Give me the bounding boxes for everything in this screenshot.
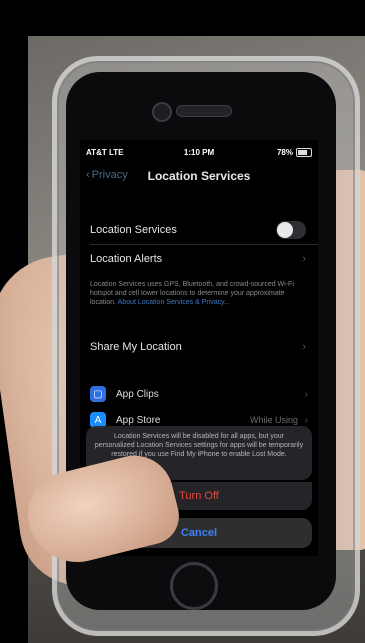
share-my-location-row[interactable]: Share My Location › [90,333,308,361]
location-alerts-row[interactable]: Location Alerts › [90,245,308,273]
share-my-location-label: Share My Location [90,341,182,353]
location-services-row[interactable]: Location Services [90,216,308,244]
earpiece-speaker [176,105,232,117]
location-services-label: Location Services [90,224,177,236]
battery-icon [296,148,312,157]
front-camera-icon [152,102,172,122]
app-name: App Clips [116,388,159,400]
battery-percent: 78% [276,148,293,157]
cancel-label: Cancel [180,527,218,539]
status-bar: AT&T LTE 1:10 PM 78% [86,148,312,162]
chevron-right-icon: › [304,388,308,400]
app-row-app-clips[interactable]: ▢ App Clips › [90,382,308,406]
app-name: App Store [116,414,161,426]
chevron-right-icon: › [304,414,308,426]
navigation-bar: ‹ Privacy Location Services [80,166,318,190]
chevron-right-icon: › [302,341,306,353]
page-title: Location Services [147,169,251,183]
turn-off-label: Turn Off [179,490,219,502]
about-location-link[interactable]: About Location Services & Privacy... [118,299,230,306]
chevron-right-icon: › [302,253,306,265]
home-button[interactable] [170,562,218,610]
alert-message: Location Services will be disabled for a… [94,433,304,458]
battery-indicator: 78% [277,148,312,157]
location-alerts-label: Location Alerts [90,253,163,265]
carrier-label: AT&T LTE [86,148,124,157]
location-services-toggle[interactable] [276,221,306,239]
location-description: Location Services uses GPS, Bluetooth, a… [90,280,308,307]
app-clips-icon: ▢ [90,386,106,402]
status-time: 1:10 PM [183,148,215,157]
app-permission-value: While Using [249,415,298,425]
